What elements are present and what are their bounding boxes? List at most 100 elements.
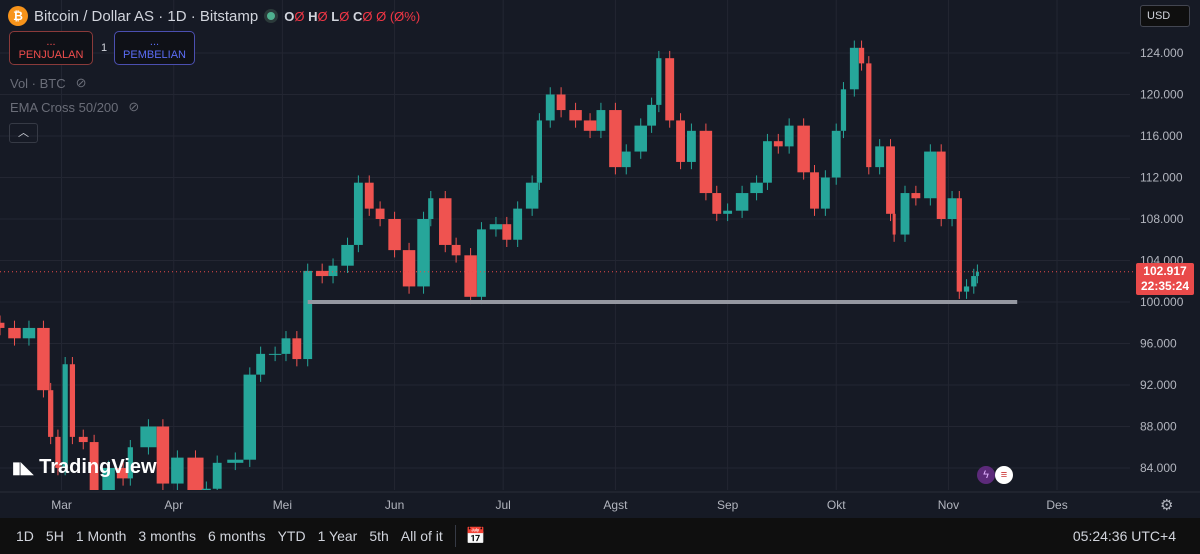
range-5h[interactable]: 5H (46, 528, 64, 544)
candle (525, 182, 539, 209)
candle (569, 110, 582, 121)
y-tick-label: 116.000 (1140, 129, 1183, 143)
clock[interactable]: 05:24:36 UTC+4 (1073, 528, 1176, 544)
candle (583, 120, 597, 131)
candle (451, 244, 461, 256)
candle (656, 58, 662, 105)
candle (78, 436, 88, 443)
symbol-title[interactable]: Bitcoin / Dollar AS · 1D · Bitstamp (34, 8, 258, 25)
candle (62, 364, 68, 468)
candle (364, 182, 374, 209)
candle (341, 244, 354, 266)
candle (8, 327, 21, 339)
candle (489, 224, 503, 230)
candle (596, 110, 606, 131)
indicator-volume[interactable]: Vol · BTC ⊘ (10, 75, 87, 91)
sell-button[interactable]: ... PENJUALAN (9, 31, 93, 65)
x-tick-label: Mar (51, 498, 72, 512)
candle (315, 270, 329, 277)
candle (227, 459, 244, 463)
y-tick-label: 96.000 (1140, 337, 1177, 351)
candle (69, 364, 76, 437)
eye-off-icon[interactable]: ⊘ (76, 75, 87, 91)
price-chart[interactable]: 84.00088.00092.00096.000100.000104.00010… (0, 0, 1200, 518)
candle (545, 94, 555, 121)
range-5th[interactable]: 5th (369, 528, 388, 544)
candle (464, 255, 477, 297)
candle (784, 125, 794, 147)
candle (936, 151, 946, 219)
candle (212, 462, 222, 489)
buy-button[interactable]: ... PEMBELIAN (114, 31, 195, 65)
candle (947, 198, 957, 219)
last-price-tag: 102.917 22:35:24 (1136, 263, 1194, 295)
ohlc-values: OØ HØ LØ CØ Ø (Ø%) (284, 8, 421, 24)
collapse-legend-button[interactable]: ︿ (9, 123, 38, 143)
candle (676, 120, 685, 162)
x-tick-label: Jun (385, 498, 404, 512)
y-tick-label: 92.000 (1140, 378, 1177, 392)
candle (892, 213, 896, 235)
us-flag-event-icon[interactable]: ≡ (995, 466, 1013, 484)
candle (328, 265, 338, 277)
x-tick-label: Sep (717, 498, 739, 512)
y-tick-label: 100.000 (1140, 295, 1184, 309)
range-ytd[interactable]: YTD (278, 528, 306, 544)
candle (556, 94, 566, 111)
candle (292, 338, 302, 360)
x-tick-label: Jul (496, 498, 511, 512)
candle (48, 390, 54, 437)
chevron-up-icon: ︿ (18, 127, 29, 139)
candle (256, 353, 266, 375)
x-tick-label: Des (1046, 498, 1067, 512)
eye-off-icon[interactable]: ⊘ (128, 99, 139, 115)
y-tick-label: 124.000 (1140, 46, 1184, 60)
candle (924, 151, 937, 199)
candle (699, 130, 713, 194)
settings-icon[interactable]: ⚙ (1160, 496, 1173, 514)
y-tick-label: 108.000 (1140, 212, 1184, 226)
candle (536, 120, 542, 183)
candle (243, 374, 257, 460)
candle (388, 219, 401, 251)
range-6-months[interactable]: 6 months (208, 528, 266, 544)
candle (156, 426, 170, 484)
candle (665, 58, 675, 121)
y-tick-label: 84.000 (1140, 461, 1177, 475)
goto-date-calendar-icon[interactable]: 📅 (466, 526, 486, 546)
candle (502, 224, 512, 240)
x-tick-label: Nov (938, 498, 959, 512)
currency-select[interactable]: USD (1140, 5, 1190, 27)
quantity: 1 (101, 42, 108, 54)
y-tick-label: 112.000 (1140, 171, 1183, 185)
tradingview-logo: ▮◣ TradingView (12, 456, 157, 478)
candle (900, 193, 910, 235)
candle (810, 172, 819, 209)
candle (858, 47, 865, 64)
candle (375, 208, 385, 219)
range-1-month[interactable]: 1 Month (76, 528, 127, 544)
candle (201, 488, 211, 490)
candle (609, 110, 622, 168)
candle (773, 141, 783, 147)
range-1-year[interactable]: 1 Year (318, 528, 358, 544)
x-tick-label: Okt (827, 498, 846, 512)
lightning-event-icon[interactable]: ϟ (977, 466, 995, 484)
x-tick-label: Apr (164, 498, 183, 512)
candle (840, 89, 847, 131)
candle (735, 193, 749, 211)
candle (634, 125, 647, 152)
divider (454, 525, 456, 547)
y-tick-label: 120.000 (1140, 88, 1184, 102)
x-tick-label: Mei (273, 498, 292, 512)
candle (820, 177, 830, 209)
range-3-months[interactable]: 3 months (138, 528, 196, 544)
range-1d[interactable]: 1D (16, 528, 34, 544)
candle (797, 125, 810, 173)
indicator-ema-cross[interactable]: EMA Cross 50/200 ⊘ (10, 99, 139, 115)
range-all[interactable]: All of it (401, 528, 443, 544)
candle (428, 198, 434, 219)
candle (417, 219, 430, 287)
candle (0, 322, 5, 328)
candle (849, 47, 859, 90)
